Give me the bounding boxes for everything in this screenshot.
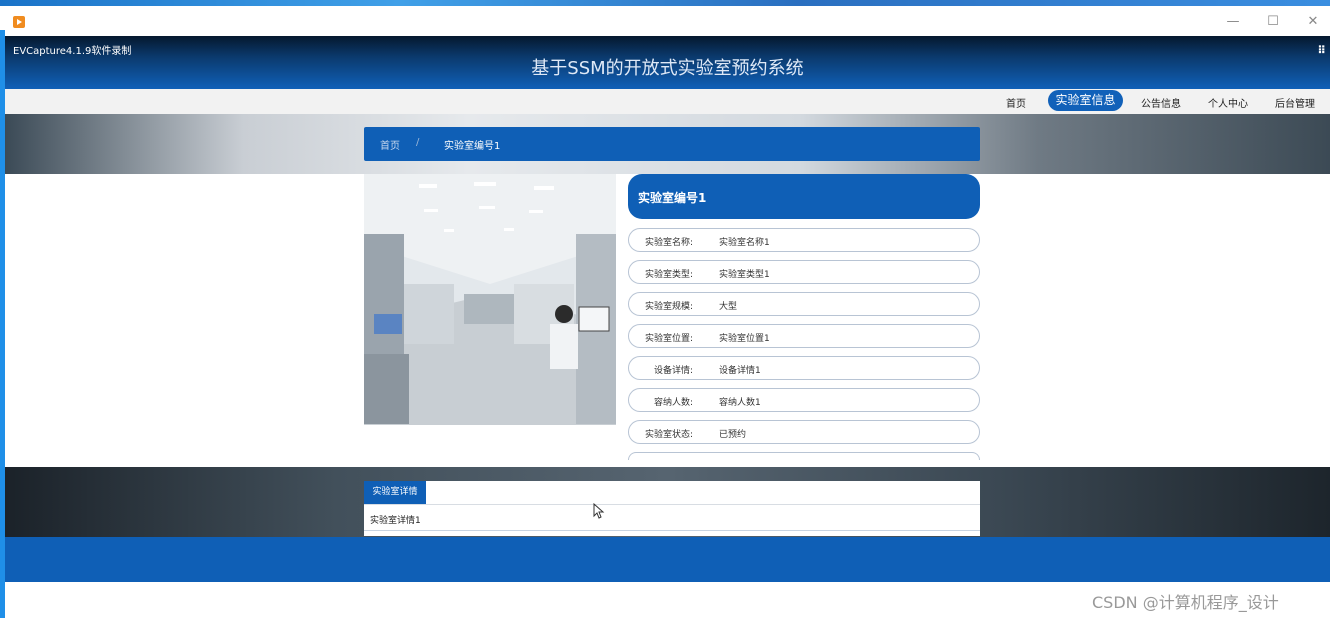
- mouse-cursor-icon: [593, 503, 605, 519]
- site-footer: [5, 537, 1330, 582]
- grid-menu-icon[interactable]: ⠿: [1317, 44, 1326, 57]
- lab-heading: 实验室编号1: [638, 191, 707, 205]
- nav-item-admin[interactable]: 后台管理: [1275, 95, 1315, 110]
- window-titlebar: — ☐ ✕: [5, 8, 1330, 36]
- field-label: 实验室位置:: [644, 334, 693, 344]
- csdn-watermark: CSDN @计算机程序_设计: [1092, 593, 1279, 612]
- breadcrumb-current: 实验室编号1: [444, 141, 501, 152]
- maximize-button[interactable]: ☐: [1263, 12, 1283, 32]
- field-label: 实验室名称:: [644, 238, 693, 248]
- breadcrumb-separator: /: [416, 137, 420, 148]
- site-title: 基于SSM的开放式实验室预约系统: [531, 58, 804, 79]
- top-color-strip: [0, 0, 1330, 6]
- evcapture-app-icon: [13, 16, 25, 28]
- field-label: 设备详情:: [653, 366, 693, 376]
- tab-divider: [364, 504, 980, 505]
- field-row-lab-scale: 实验室规模: 大型: [628, 292, 980, 316]
- field-row-equipment: 设备详情: 设备详情1: [628, 356, 980, 380]
- breadcrumb-home[interactable]: 首页: [380, 137, 400, 152]
- field-label: 实验室状态:: [644, 430, 693, 440]
- lab-detail-panel: 实验室详情 实验室详情1: [364, 481, 980, 536]
- tab-lab-detail[interactable]: 实验室详情: [364, 481, 426, 504]
- field-value: 大型: [719, 302, 738, 312]
- site-header: EVCapture4.1.9软件录制 基于SSM的开放式实验室预约系统 ⠿: [5, 36, 1330, 89]
- main-nav: 首页 实验室信息 公告信息 个人中心 后台管理: [5, 89, 1330, 115]
- lab-detail-content: 实验室详情1: [370, 516, 421, 526]
- detail-divider: [364, 530, 980, 531]
- breadcrumb: 首页 / 实验室编号1: [364, 127, 980, 161]
- field-value: 实验室名称1: [719, 238, 770, 248]
- minimize-button[interactable]: —: [1223, 12, 1243, 32]
- lab-heading-panel: 实验室编号1: [628, 174, 980, 219]
- field-value: 已预约: [719, 430, 747, 440]
- field-value: 容纳人数1: [719, 398, 761, 408]
- nav-item-personal-center[interactable]: 个人中心: [1208, 95, 1248, 110]
- field-value: 实验室类型1: [719, 270, 770, 280]
- field-label: 实验室类型:: [644, 270, 693, 280]
- nav-item-home[interactable]: 首页: [1006, 95, 1026, 110]
- field-label: 容纳人数:: [653, 398, 693, 408]
- nav-item-lab-info[interactable]: 实验室信息: [1048, 90, 1123, 111]
- field-row-lab-name: 实验室名称: 实验室名称1: [628, 228, 980, 252]
- close-button[interactable]: ✕: [1303, 12, 1323, 32]
- field-value: 设备详情1: [719, 366, 761, 376]
- field-value: 实验室位置1: [719, 334, 770, 344]
- field-row-lab-type: 实验室类型: 实验室类型1: [628, 260, 980, 284]
- nav-item-announcements[interactable]: 公告信息: [1141, 95, 1181, 110]
- field-row-partial: [628, 452, 980, 460]
- field-row-lab-location: 实验室位置: 实验室位置1: [628, 324, 980, 348]
- field-label: 实验室规模:: [644, 302, 693, 312]
- field-row-capacity: 容纳人数: 容纳人数1: [628, 388, 980, 412]
- lab-photo: [364, 174, 616, 425]
- field-row-status: 实验室状态: 已预约: [628, 420, 980, 444]
